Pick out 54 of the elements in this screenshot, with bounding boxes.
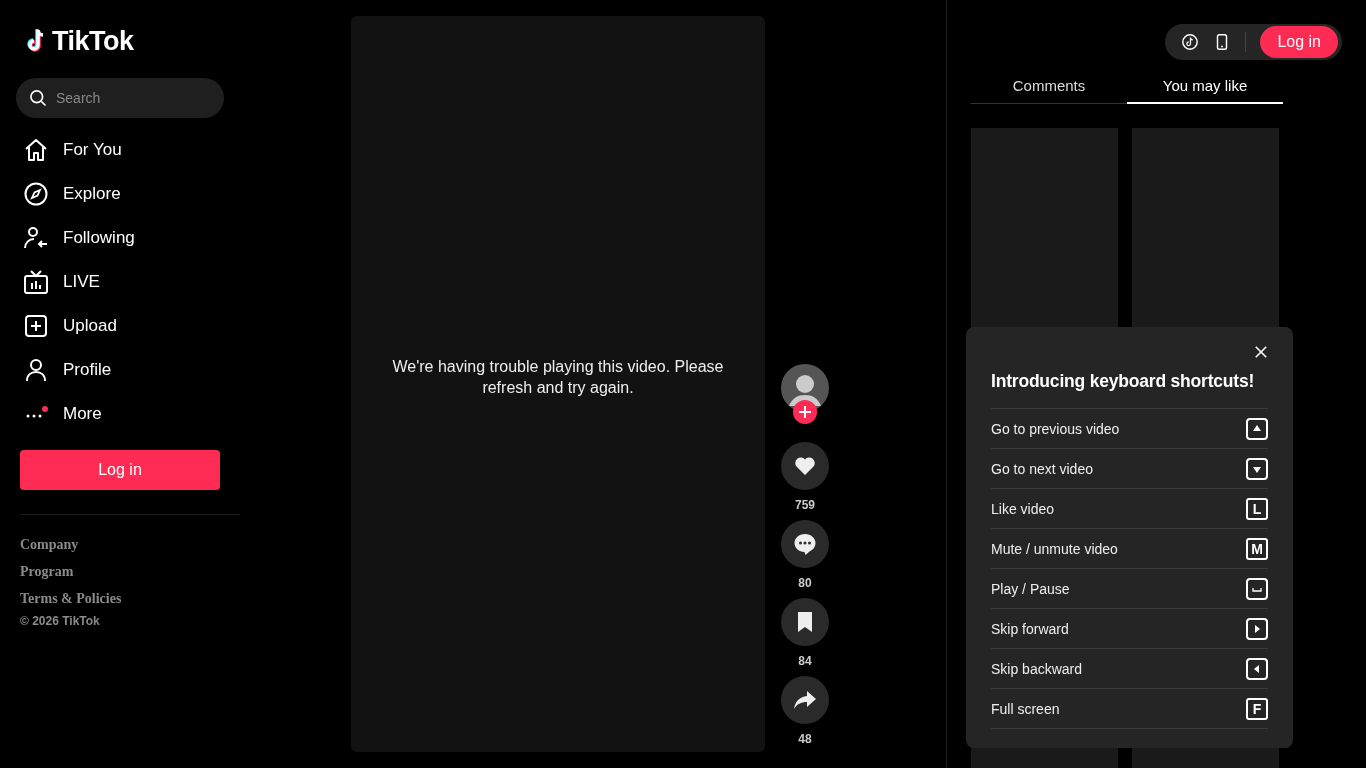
speech-bubble-icon xyxy=(793,532,817,556)
up-key-icon xyxy=(1246,417,1268,440)
right-key-icon xyxy=(1246,617,1268,640)
person-arrow-icon xyxy=(23,225,49,251)
shortcut-label: Mute / unmute video xyxy=(991,540,1118,557)
close-icon[interactable] xyxy=(1254,345,1268,359)
nav-item[interactable]: Explore xyxy=(16,172,121,216)
shortcut-label: Skip forward xyxy=(991,620,1069,637)
action-count: 80 xyxy=(798,575,812,592)
action-count: 48 xyxy=(798,731,812,748)
shortcut-label: Like video xyxy=(991,500,1055,517)
footer-link[interactable]: Terms & Policies xyxy=(20,585,122,612)
key-cap: F xyxy=(1246,697,1268,720)
follow-plus-icon[interactable] xyxy=(793,400,817,424)
action-count: 759 xyxy=(795,497,815,514)
search-field[interactable]: Search xyxy=(16,78,224,118)
shortcut-label: Play / Pause xyxy=(991,580,1070,597)
shortcut-label: Skip backward xyxy=(991,660,1083,677)
tab[interactable]: You may like xyxy=(1127,68,1283,104)
note-circle-icon[interactable] xyxy=(1181,33,1200,51)
down-key-icon xyxy=(1246,457,1268,480)
action-count: 84 xyxy=(798,653,812,670)
action-button[interactable] xyxy=(781,520,829,568)
nav-item[interactable]: Profile xyxy=(16,348,112,392)
nav-item[interactable]: Following xyxy=(16,216,135,260)
login-button[interactable]: Log in xyxy=(20,450,220,490)
footer-link[interactable]: Company xyxy=(20,531,79,558)
space-key-icon xyxy=(1246,577,1268,600)
popup-title: Introducing keyboard shortcuts! xyxy=(991,371,1256,392)
home-icon xyxy=(23,137,49,163)
shortcut-label: Go to next video xyxy=(991,460,1093,477)
key-cap: M xyxy=(1246,537,1268,560)
nav-item[interactable]: Upload xyxy=(16,304,117,348)
shortcut-label: Full screen xyxy=(991,700,1060,717)
nav-item[interactable]: LIVE xyxy=(16,260,100,304)
action-button[interactable] xyxy=(781,676,829,724)
tab[interactable]: Comments xyxy=(971,68,1127,104)
nav-item[interactable]: For You xyxy=(16,128,122,172)
compass-icon xyxy=(23,181,49,207)
left-key-icon xyxy=(1246,657,1268,680)
footer-link[interactable]: Program xyxy=(20,558,74,585)
action-button[interactable] xyxy=(781,442,829,490)
person-icon xyxy=(23,357,49,383)
error-message: We're having trouble playing this video. Please refresh and try again. xyxy=(391,357,725,398)
copyright: © 2026 TikTok xyxy=(20,614,100,628)
shortcut-label: Go to previous video xyxy=(991,420,1120,437)
search-icon xyxy=(28,88,48,108)
key-cap: L xyxy=(1246,497,1268,520)
plus-square-icon xyxy=(23,313,49,339)
tv-icon xyxy=(23,269,49,295)
nav-item[interactable]: More xyxy=(16,392,102,436)
login-button[interactable]: Log in xyxy=(1260,26,1338,58)
action-button[interactable] xyxy=(781,598,829,646)
logo-text: TikTok xyxy=(52,25,134,57)
